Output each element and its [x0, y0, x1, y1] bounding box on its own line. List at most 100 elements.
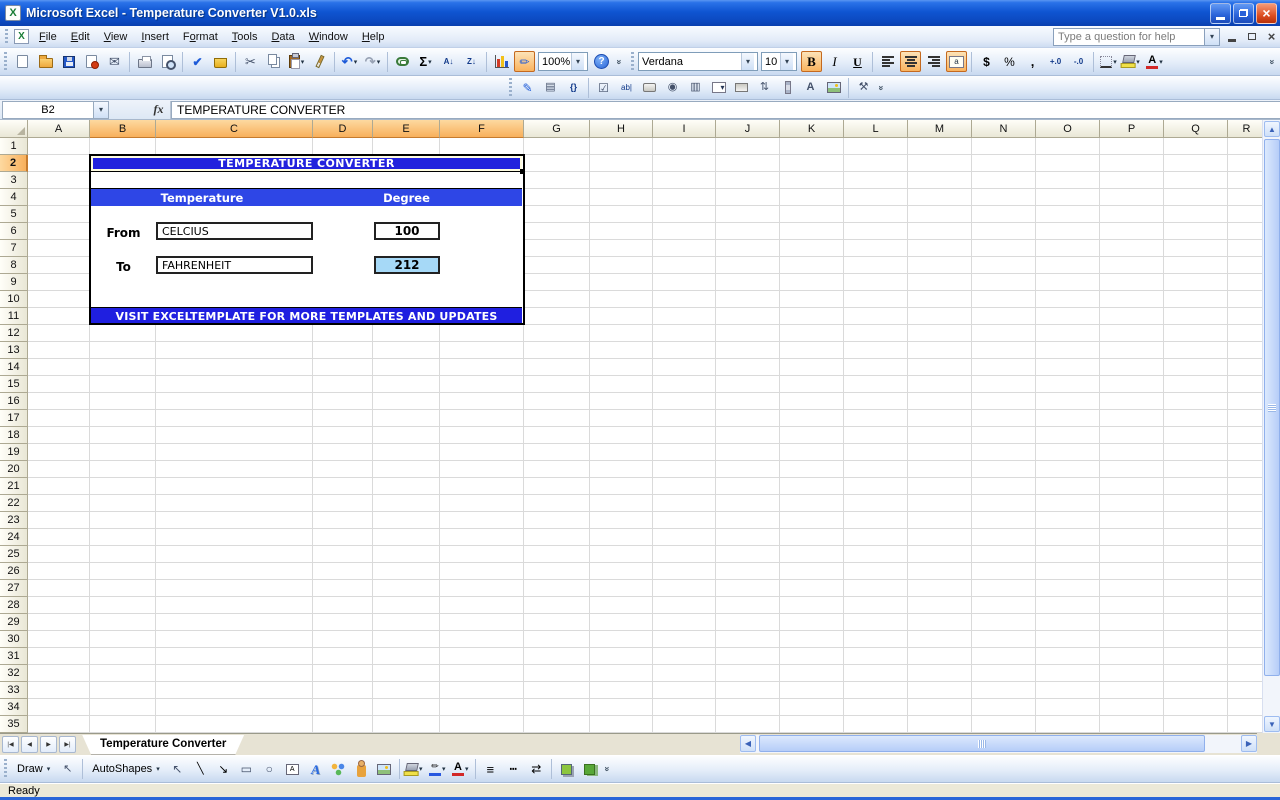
redo-button[interactable]: ↷ ▾	[362, 51, 383, 72]
label-button[interactable]: A	[800, 77, 821, 98]
next-sheet-button[interactable]: ▶	[40, 736, 57, 753]
arrow-style-button[interactable]: ⇄	[526, 759, 547, 780]
column-header-P[interactable]: P	[1100, 120, 1164, 138]
increase-decimal-button[interactable]: +.0	[1045, 51, 1066, 72]
research-button[interactable]	[210, 51, 231, 72]
insert-picture-button[interactable]	[374, 759, 395, 780]
select-all-corner[interactable]	[0, 120, 28, 138]
drawing-button[interactable]: ✏	[514, 51, 535, 72]
toolbar-options-button[interactable]: »	[613, 51, 627, 73]
select-objects-button[interactable]: ↖	[167, 759, 188, 780]
row-header-5[interactable]: 5	[0, 206, 28, 223]
name-box[interactable]: B2	[2, 100, 94, 119]
currency-button[interactable]: $	[976, 51, 997, 72]
toolbar-grip[interactable]	[4, 759, 7, 779]
autoshapes-menu-button[interactable]: AutoShapes ▾	[86, 759, 166, 780]
column-header-K[interactable]: K	[780, 120, 844, 138]
insert-wordart-button[interactable]: A	[305, 759, 326, 780]
line-style-button[interactable]: ≡	[480, 759, 501, 780]
row-header-1[interactable]: 1	[0, 138, 28, 155]
row-header-21[interactable]: 21	[0, 478, 28, 495]
column-header-N[interactable]: N	[972, 120, 1036, 138]
shadow-style-button[interactable]	[556, 759, 577, 780]
autosum-button[interactable]: Σ ▾	[415, 51, 436, 72]
row-header-24[interactable]: 24	[0, 529, 28, 546]
row-header-12[interactable]: 12	[0, 325, 28, 342]
vertical-scroll-thumb[interactable]	[1264, 139, 1280, 676]
font-name-combo[interactable]: Verdana ▾	[638, 52, 758, 71]
column-header-O[interactable]: O	[1036, 120, 1100, 138]
sort-descending-button[interactable]: Z↓	[461, 51, 482, 72]
spelling-button[interactable]: ✔	[187, 51, 208, 72]
column-header-B[interactable]: B	[90, 120, 156, 138]
row-header-22[interactable]: 22	[0, 495, 28, 512]
underline-button[interactable]: U	[847, 51, 868, 72]
align-left-button[interactable]	[877, 51, 898, 72]
arrow-button[interactable]: ↘	[213, 759, 234, 780]
scroll-left-button[interactable]: ◀	[740, 735, 756, 752]
minimize-button[interactable]	[1210, 2, 1231, 24]
percent-button[interactable]: %	[999, 51, 1020, 72]
undo-button[interactable]: ↶ ▾	[339, 51, 360, 72]
row-header-28[interactable]: 28	[0, 597, 28, 614]
toolbar-grip[interactable]	[4, 51, 7, 72]
draw-font-color-button[interactable]: A ▾	[450, 759, 471, 780]
comma-button[interactable]: ,	[1022, 51, 1043, 72]
toolbar-options-button[interactable]: »	[1266, 51, 1280, 73]
row-header-16[interactable]: 16	[0, 393, 28, 410]
name-box-dropdown[interactable]: ▾	[94, 100, 109, 119]
row-header-4[interactable]: 4	[0, 189, 28, 206]
row-header-35[interactable]: 35	[0, 716, 28, 733]
row-header-33[interactable]: 33	[0, 682, 28, 699]
row-header-2[interactable]: 2	[0, 155, 28, 172]
list-box-button[interactable]: ▥	[685, 77, 706, 98]
menu-window[interactable]: Window	[302, 27, 355, 47]
column-header-J[interactable]: J	[716, 120, 780, 138]
column-header-D[interactable]: D	[313, 120, 373, 138]
help-button[interactable]: ?	[591, 51, 612, 72]
align-right-button[interactable]	[923, 51, 944, 72]
row-header-23[interactable]: 23	[0, 512, 28, 529]
column-header-A[interactable]: A	[28, 120, 90, 138]
row-header-34[interactable]: 34	[0, 699, 28, 716]
font-size-combo[interactable]: 10 ▾	[761, 52, 797, 71]
menu-help[interactable]: Help	[355, 27, 392, 47]
fill-color-button[interactable]: ▾	[1121, 51, 1142, 72]
sort-ascending-button[interactable]: A↓	[438, 51, 459, 72]
draw-fill-color-button[interactable]: ▾	[404, 759, 425, 780]
toolbar-options-button[interactable]: »	[601, 758, 615, 780]
borders-button[interactable]: ▾	[1098, 51, 1119, 72]
column-header-M[interactable]: M	[908, 120, 972, 138]
row-header-30[interactable]: 30	[0, 631, 28, 648]
insert-diagram-button[interactable]	[328, 759, 349, 780]
print-preview-button[interactable]	[157, 51, 178, 72]
row-header-31[interactable]: 31	[0, 648, 28, 665]
row-header-3[interactable]: 3	[0, 172, 28, 189]
italic-button[interactable]: I	[824, 51, 845, 72]
open-button[interactable]	[35, 51, 56, 72]
row-header-17[interactable]: 17	[0, 410, 28, 427]
row-header-14[interactable]: 14	[0, 359, 28, 376]
save-button[interactable]	[58, 51, 79, 72]
row-header-6[interactable]: 6	[0, 223, 28, 240]
insert-function-icon[interactable]: fx	[147, 100, 171, 119]
row-header-11[interactable]: 11	[0, 308, 28, 325]
doc-minimize-button[interactable]	[1223, 28, 1240, 45]
cut-button[interactable]: ✂	[240, 51, 261, 72]
column-header-C[interactable]: C	[156, 120, 313, 138]
zoom-combo[interactable]: 100% ▾	[538, 52, 588, 71]
scroll-down-button[interactable]: ▼	[1264, 716, 1280, 732]
row-header-20[interactable]: 20	[0, 461, 28, 478]
row-header-19[interactable]: 19	[0, 444, 28, 461]
horizontal-scroll-thumb[interactable]	[759, 735, 1205, 752]
insert-hyperlink-button[interactable]	[392, 51, 413, 72]
font-color-button[interactable]: A ▾	[1144, 51, 1165, 72]
row-header-27[interactable]: 27	[0, 580, 28, 597]
doc-restore-button[interactable]	[1243, 28, 1260, 45]
column-header-R[interactable]: R	[1228, 120, 1262, 138]
menu-tools[interactable]: Tools	[225, 27, 265, 47]
row-header-18[interactable]: 18	[0, 427, 28, 444]
dash-style-button[interactable]: ┅	[503, 759, 524, 780]
menu-data[interactable]: Data	[264, 27, 301, 47]
oval-button[interactable]: ○	[259, 759, 280, 780]
